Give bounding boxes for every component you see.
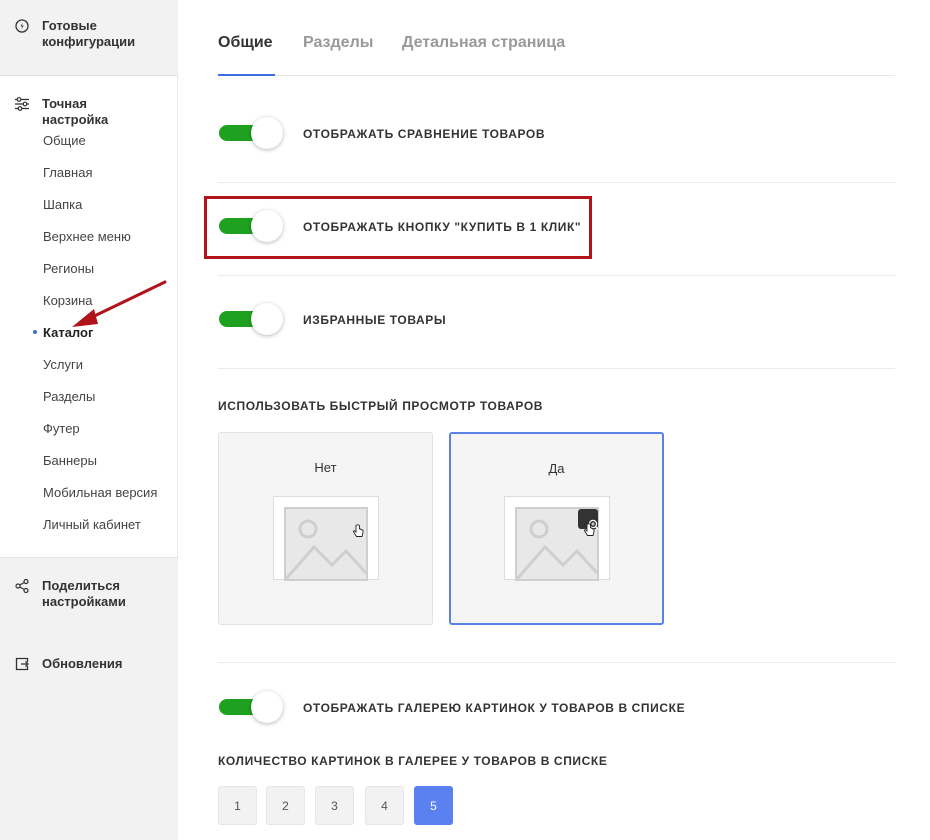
hand-cursor-icon xyxy=(584,523,595,536)
active-tab-underline xyxy=(218,74,275,76)
toggle-label: Избранные товары xyxy=(303,313,447,327)
setting-row-favorites: Избранные товары xyxy=(218,302,895,336)
image-placeholder-icon xyxy=(504,496,610,581)
sidebar-item-banners[interactable]: Баннеры xyxy=(43,453,97,469)
sidebar-item-label: Поделиться настройками xyxy=(42,578,126,609)
highlight-frame xyxy=(204,196,592,259)
sidebar: Готовые конфигурации Точная настройка Об… xyxy=(0,0,178,840)
quick-view-option-yes[interactable]: Да xyxy=(449,432,664,625)
sidebar-item-share[interactable]: Поделиться настройками xyxy=(14,578,152,610)
badge-icon xyxy=(14,18,30,34)
toggle-label: Отображать галерею картинок у товаров в … xyxy=(303,701,686,715)
hand-cursor-icon xyxy=(353,524,364,537)
gallery-count-option-4[interactable]: 4 xyxy=(365,786,404,825)
sidebar-item-general[interactable]: Общие xyxy=(43,133,86,149)
tab-detail-page[interactable]: Детальная страница xyxy=(402,34,565,52)
sidebar-item-label: Точная настройка xyxy=(42,96,109,127)
sidebar-item-label: Обновления xyxy=(42,656,123,671)
favorites-toggle[interactable] xyxy=(218,302,283,336)
divider xyxy=(218,182,895,183)
sidebar-item-top-menu[interactable]: Верхнее меню xyxy=(43,229,131,245)
quick-view-title: Использовать быстрый просмотр товаров xyxy=(218,399,544,413)
divider xyxy=(218,275,895,276)
gallery-toggle[interactable] xyxy=(218,690,283,724)
sidebar-item-main[interactable]: Главная xyxy=(43,165,92,181)
gallery-count-title: Количество картинок в галерее у товаров … xyxy=(218,754,608,768)
sidebar-item-label: Готовые конфигурации xyxy=(42,18,136,49)
sidebar-item-sections[interactable]: Разделы xyxy=(43,389,95,405)
sidebar-item-fine-tuning[interactable]: Точная настройка xyxy=(14,96,152,128)
sidebar-item-services[interactable]: Услуги xyxy=(43,357,83,373)
tab-sections[interactable]: Разделы xyxy=(303,34,373,52)
toggle-label: Отображать сравнение товаров xyxy=(303,127,546,141)
sidebar-item-footer[interactable]: Футер xyxy=(43,421,80,437)
gallery-count-option-5[interactable]: 5 xyxy=(414,786,453,825)
setting-row-compare: Отображать сравнение товаров xyxy=(218,116,895,150)
divider xyxy=(218,662,895,663)
sidebar-item-mobile[interactable]: Мобильная версия xyxy=(43,485,157,501)
sliders-icon xyxy=(14,96,30,112)
tabs-bar: Общие Разделы Детальная страница xyxy=(218,34,895,76)
red-arrow-annotation xyxy=(72,280,167,327)
active-indicator-dot xyxy=(33,330,37,334)
option-label: Да xyxy=(548,461,565,476)
sidebar-item-header[interactable]: Шапка xyxy=(43,197,82,213)
gallery-count-option-1[interactable]: 1 xyxy=(218,786,257,825)
quick-view-option-no[interactable]: Нет xyxy=(218,432,433,625)
sidebar-item-updates[interactable]: Обновления xyxy=(14,656,152,672)
option-label: Нет xyxy=(314,460,337,475)
update-icon xyxy=(14,656,30,672)
gallery-count-option-2[interactable]: 2 xyxy=(266,786,305,825)
image-placeholder-icon xyxy=(273,496,379,581)
divider xyxy=(218,368,895,369)
sidebar-item-account[interactable]: Личный кабинет xyxy=(43,517,141,533)
sidebar-item-regions[interactable]: Регионы xyxy=(43,261,94,277)
share-icon xyxy=(14,578,30,594)
compare-toggle[interactable] xyxy=(218,116,283,150)
sidebar-item-ready-configs[interactable]: Готовые конфигурации xyxy=(14,18,152,50)
setting-row-gallery: Отображать галерею картинок у товаров в … xyxy=(218,690,895,724)
gallery-count-option-3[interactable]: 3 xyxy=(315,786,354,825)
tab-general[interactable]: Общие xyxy=(218,34,273,52)
